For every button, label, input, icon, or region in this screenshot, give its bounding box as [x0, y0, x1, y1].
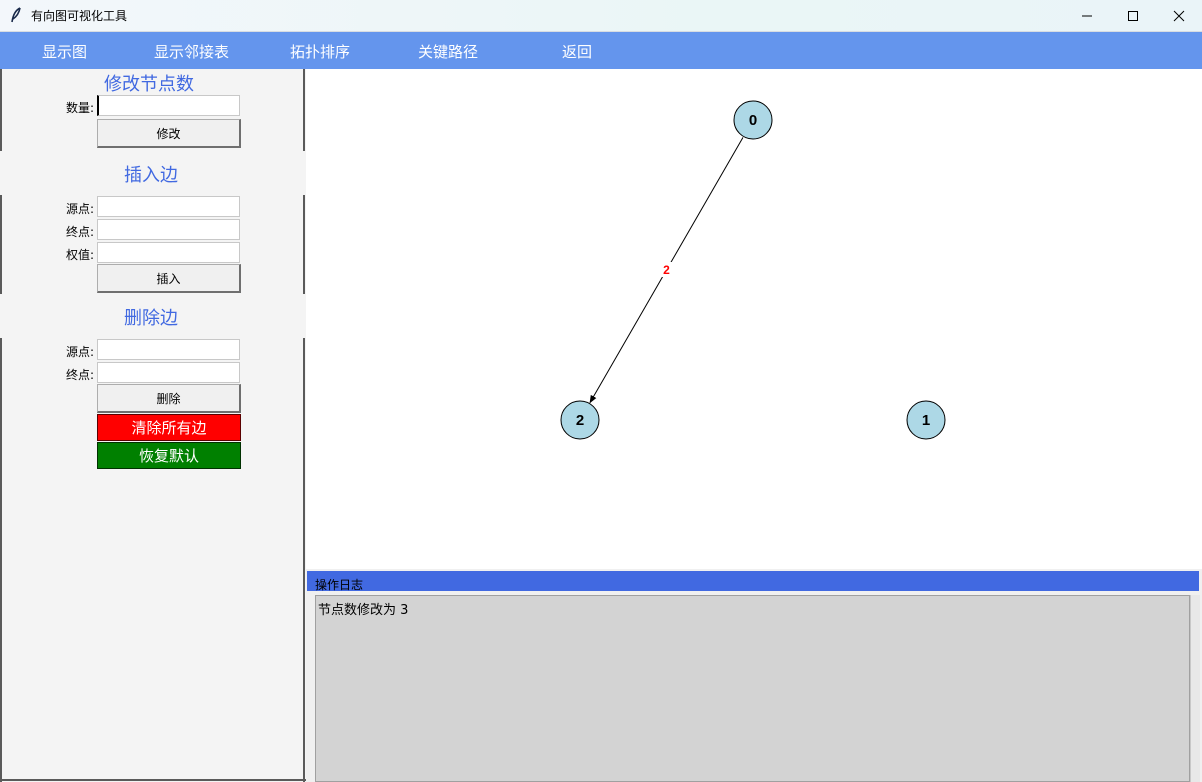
- delete-target-input[interactable]: [97, 362, 240, 383]
- target-label: 终点:: [65, 368, 94, 382]
- insert-target-input[interactable]: [97, 219, 240, 240]
- control-panel: 修改节点数 数量: 修改 插入边 源点: 终点: 权值: 插入 删除边 源点: …: [0, 69, 306, 782]
- clear-all-edges-button[interactable]: 清除所有边: [97, 414, 241, 441]
- log-line: 节点数修改为 3: [318, 603, 409, 618]
- graph-node-label: 2: [576, 412, 584, 429]
- menu-bar: 显示图 显示邻接表 拓扑排序 关键路径 返回: [0, 32, 1202, 69]
- insert-weight-input[interactable]: [97, 242, 240, 263]
- graph-node-label: 0: [749, 112, 757, 129]
- menu-show-graph[interactable]: 显示图: [42, 41, 87, 62]
- minimize-icon: [1082, 15, 1092, 16]
- log-header: 操作日志: [307, 571, 1199, 592]
- delete-button[interactable]: 删除: [97, 384, 241, 413]
- source-label: 源点:: [65, 202, 94, 216]
- source-label: 源点:: [65, 345, 94, 359]
- menu-back[interactable]: 返回: [562, 41, 592, 62]
- log-textbox[interactable]: 节点数修改为 3: [315, 595, 1190, 782]
- maximize-button[interactable]: [1110, 0, 1156, 31]
- edge-weight-label: 2: [663, 263, 670, 277]
- reset-default-button[interactable]: 恢复默认: [97, 442, 241, 469]
- menu-critical-path[interactable]: 关键路径: [418, 41, 478, 62]
- weight-label: 权值:: [65, 248, 94, 262]
- close-icon: [1173, 10, 1185, 21]
- log-scrollbar[interactable]: [1190, 595, 1200, 782]
- maximize-icon: [1128, 10, 1138, 21]
- title-bar: 有向图可视化工具: [0, 0, 1202, 32]
- window-title: 有向图可视化工具: [31, 9, 128, 23]
- target-label: 终点:: [65, 225, 94, 239]
- graph-canvas[interactable]: 2 0 1 2: [306, 69, 1202, 569]
- delete-edge-title: 删除边: [124, 308, 178, 329]
- graph-node-label: 1: [922, 412, 930, 429]
- minimize-button[interactable]: [1064, 0, 1110, 31]
- feather-icon: [11, 7, 21, 23]
- delete-source-input[interactable]: [97, 339, 240, 360]
- panel-border: [0, 779, 306, 781]
- count-label: 数量:: [65, 101, 94, 115]
- modify-nodes-title: 修改节点数: [104, 74, 194, 95]
- insert-button[interactable]: 插入: [97, 264, 241, 293]
- insert-edge-title: 插入边: [124, 165, 178, 186]
- graph-svg: 2 0 1 2: [560, 100, 946, 440]
- modify-button[interactable]: 修改: [97, 119, 241, 148]
- insert-source-input[interactable]: [97, 196, 240, 217]
- node-count-input[interactable]: [97, 95, 240, 116]
- close-button[interactable]: [1156, 0, 1202, 31]
- menu-topological-sort[interactable]: 拓扑排序: [290, 41, 350, 62]
- menu-show-adjacency-list[interactable]: 显示邻接表: [154, 41, 229, 62]
